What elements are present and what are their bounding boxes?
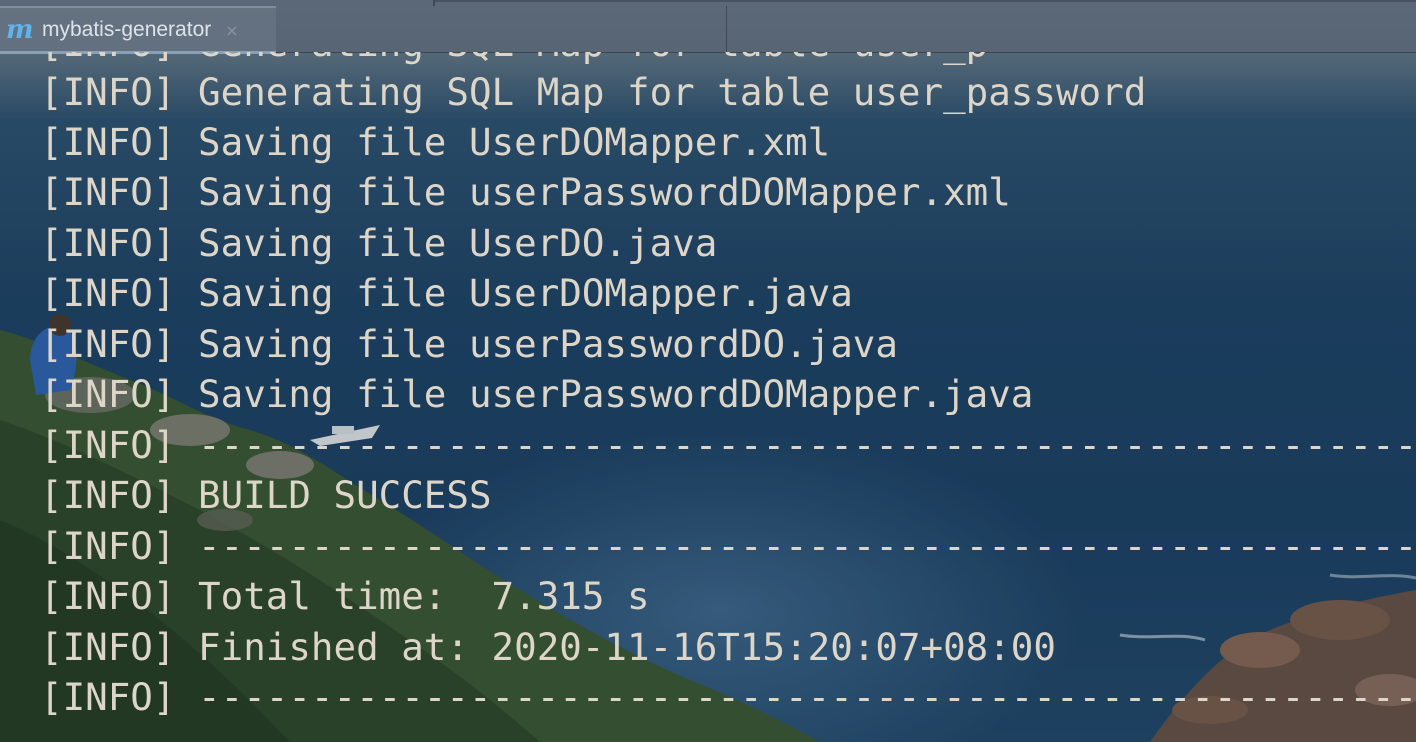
console-line-separator: [INFO] ---------------------------------…: [40, 524, 1416, 568]
console-line: [INFO] Saving file userPasswordDOMapper.…: [40, 170, 1011, 214]
console-line-separator: [INFO] ---------------------------------…: [40, 423, 1416, 467]
divider: [433, 0, 435, 6]
console-line-build-status: [INFO] BUILD SUCCESS: [40, 473, 492, 517]
maven-icon: m: [6, 15, 34, 45]
console-output[interactable]: [INFO] Generating SQL Map for table user…: [0, 52, 1416, 742]
console-line: [INFO] Generating SQL Map for table user…: [40, 70, 1147, 114]
tool-window-header: m mybatis-generator ×: [0, 0, 1416, 54]
console-line: [INFO] Saving file UserDOMapper.java: [40, 271, 853, 315]
console-line-finished-at: [INFO] Finished at: 2020-11-16T15:20:07+…: [40, 625, 1056, 669]
console-line-total-time: [INFO] Total time: 7.315 s: [40, 574, 650, 618]
tab-title: mybatis-generator: [42, 18, 212, 41]
top-divider: [435, 0, 1416, 2]
console-line-separator: [INFO] ---------------------------------…: [40, 675, 1416, 719]
header-divider: [726, 6, 727, 52]
console-line: [INFO] Saving file userPasswordDO.java: [40, 322, 898, 366]
close-icon[interactable]: ×: [225, 21, 238, 40]
console-line-partial: [INFO] Generating SQL Map for table user…: [40, 52, 988, 68]
console-line: [INFO] Saving file UserDO.java: [40, 221, 718, 265]
tab-mybatis-generator[interactable]: m mybatis-generator ×: [0, 6, 276, 54]
console-line: [INFO] Saving file UserDOMapper.xml: [40, 120, 831, 164]
console-line: [INFO] Saving file userPasswordDOMapper.…: [40, 372, 1034, 416]
